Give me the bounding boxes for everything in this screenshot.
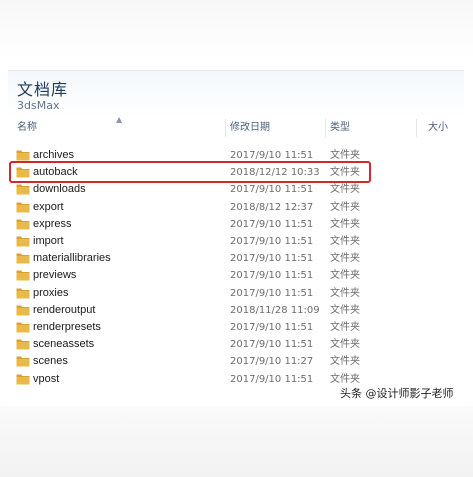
file-name: import xyxy=(33,235,64,247)
library-title: 文档库 xyxy=(17,80,69,99)
column-header-type[interactable]: 类型 xyxy=(330,119,350,137)
highlight-annotation xyxy=(9,161,371,183)
file-name: export xyxy=(33,200,64,213)
folder-icon xyxy=(16,339,30,350)
file-modified-date: 2017/9/10 11:51 xyxy=(230,339,314,351)
file-type: 文件夹 xyxy=(330,253,360,265)
folder-icon xyxy=(16,356,30,367)
file-name: express xyxy=(33,217,72,230)
folder-icon xyxy=(16,374,30,385)
column-header-size[interactable]: 大小 xyxy=(428,119,448,137)
file-modified-date: 2017/9/10 11:51 xyxy=(230,373,314,385)
folder-icon xyxy=(16,150,30,161)
file-type: 文件夹 xyxy=(330,218,360,230)
folder-icon xyxy=(16,253,30,264)
column-header-bar: ▲ 名称 修改日期 类型 大小 xyxy=(8,115,464,137)
file-row-import[interactable]: import 2017/9/10 11:51 文件夹 xyxy=(8,233,464,250)
file-row-renderpresets[interactable]: renderpresets 2017/9/10 11:51 文件夹 xyxy=(8,319,464,336)
file-name: proxies xyxy=(33,286,69,299)
file-type: 文件夹 xyxy=(330,201,360,213)
file-modified-date: 2017/9/10 11:51 xyxy=(230,236,314,247)
sort-ascending-icon: ▲ xyxy=(116,115,123,124)
file-row-express[interactable]: express 2017/9/10 11:51 文件夹 xyxy=(8,216,464,233)
file-modified-date: 2018/11/28 11:09 xyxy=(230,304,320,316)
file-row-renderoutput[interactable]: renderoutput 2018/11/28 11:09 文件夹 xyxy=(8,302,464,319)
file-modified-date: 2017/9/10 11:51 xyxy=(230,270,314,282)
folder-icon xyxy=(16,236,30,247)
file-type: 文件夹 xyxy=(330,322,360,333)
file-row-materiallibraries[interactable]: materiallibraries 2017/9/10 11:51 文件夹 xyxy=(8,250,464,267)
column-divider[interactable] xyxy=(225,119,226,137)
file-modified-date: 2017/9/10 11:51 xyxy=(230,322,314,333)
folder-icon xyxy=(16,184,30,195)
file-row-sceneassets[interactable]: sceneassets 2017/9/10 11:51 文件夹 xyxy=(8,336,464,353)
file-modified-date: 2017/9/10 11:51 xyxy=(230,253,314,265)
file-modified-date: 2017/9/10 11:27 xyxy=(230,356,314,368)
file-name: renderpresets xyxy=(33,321,101,333)
bottom-area xyxy=(0,406,473,477)
column-header-date[interactable]: 修改日期 xyxy=(230,119,270,137)
file-row-downloads[interactable]: downloads 2017/9/10 11:51 文件夹 xyxy=(8,181,464,198)
library-header: 文档库 3dsMax xyxy=(8,71,464,117)
explorer-window: 文档库 3dsMax ▲ 名称 修改日期 类型 大小 archives 2017/… xyxy=(8,70,464,407)
file-row-previews[interactable]: previews 2017/9/10 11:51 文件夹 xyxy=(8,267,464,284)
file-name: materiallibraries xyxy=(33,252,111,265)
file-type: 文件夹 xyxy=(330,287,360,299)
file-row-export[interactable]: export 2018/8/12 12:37 文件夹 xyxy=(8,199,464,216)
file-name: downloads xyxy=(33,183,86,196)
file-type: 文件夹 xyxy=(330,236,360,247)
file-name: scenes xyxy=(33,355,68,368)
file-type: 文件夹 xyxy=(330,339,360,351)
library-subtitle: 3dsMax xyxy=(17,99,60,112)
file-type: 文件夹 xyxy=(330,356,360,368)
file-type: 文件夹 xyxy=(330,184,360,196)
file-row-proxies[interactable]: proxies 2017/9/10 11:51 文件夹 xyxy=(8,285,464,302)
file-modified-date: 2017/9/10 11:51 xyxy=(230,184,314,196)
column-divider[interactable] xyxy=(416,119,417,137)
folder-icon xyxy=(16,219,30,230)
file-type: 文件夹 xyxy=(330,304,360,316)
folder-icon xyxy=(16,305,30,316)
file-modified-date: 2018/8/12 12:37 xyxy=(230,201,314,213)
folder-icon xyxy=(16,270,30,281)
file-type: 文件夹 xyxy=(330,270,360,282)
folder-icon xyxy=(16,288,30,299)
folder-icon xyxy=(16,322,30,333)
file-name: renderoutput xyxy=(33,303,96,316)
folder-icon xyxy=(16,202,30,213)
column-divider[interactable] xyxy=(325,119,326,137)
column-header-name[interactable]: 名称 xyxy=(17,119,37,137)
file-modified-date: 2017/9/10 11:51 xyxy=(230,218,314,230)
file-name: vpost xyxy=(33,372,60,385)
file-name: sceneassets xyxy=(33,338,95,351)
watermark-text: 头条 @设计师影子老师 xyxy=(340,387,454,400)
file-row-scenes[interactable]: scenes 2017/9/10 11:27 文件夹 xyxy=(8,353,464,370)
file-name: previews xyxy=(33,269,77,282)
file-modified-date: 2017/9/10 11:51 xyxy=(230,287,314,299)
